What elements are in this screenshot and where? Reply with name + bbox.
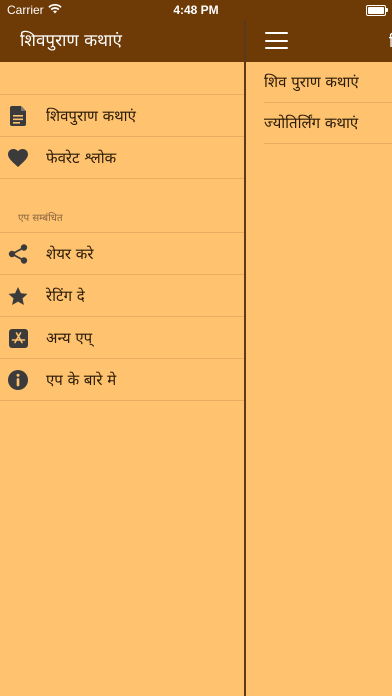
info-icon [7, 369, 29, 391]
drawer-item-kathaen[interactable]: शिवपुराण कथाएं [0, 95, 244, 137]
status-time: 4:48 PM [173, 3, 219, 17]
battery-icon [366, 5, 388, 16]
app-store-icon [7, 327, 29, 349]
drawer-item-rating[interactable]: रेटिंग दे [0, 275, 244, 317]
drawer-title: शिवपुराण कथाएं [0, 20, 244, 62]
drawer-item-label: शेयर करे [46, 245, 94, 263]
drawer-item-label: एप के बारे मे [46, 371, 117, 389]
status-bar: Carrier 4:48 PM [0, 0, 392, 20]
heart-icon [7, 147, 29, 169]
share-icon [7, 243, 29, 265]
drawer-item-about[interactable]: एप के बारे मे [0, 359, 244, 401]
main-list: शिव पुराण कथाएं ज्योतिर्लिंग कथाएं [246, 62, 392, 144]
drawer-spacer [0, 62, 244, 95]
drawer-item-other-apps[interactable]: अन्य एप् [0, 317, 244, 359]
section-header: एप सम्बंधित [0, 190, 244, 233]
drawer-section-menu: शेयर करे रेटिंग दे अन्य एप् एप के बारे म… [0, 233, 244, 401]
main-panel: ि शिव पुराण कथाएं ज्योतिर्लिंग कथाएं [246, 20, 392, 696]
side-drawer: शिवपुराण कथाएं शिवपुराण कथाएं फेवरेट श्ल… [0, 20, 246, 696]
document-icon [7, 105, 29, 127]
main-navbar: ि [246, 20, 392, 62]
drawer-item-share[interactable]: शेयर करे [0, 233, 244, 275]
list-item-jyotirling[interactable]: ज्योतिर्लिंग कथाएं [264, 103, 392, 144]
drawer-item-label: अन्य एप् [46, 329, 93, 347]
drawer-item-favorite[interactable]: फेवरेट श्लोक [0, 137, 244, 179]
star-icon [7, 285, 29, 307]
drawer-item-label: फेवरेट श्लोक [46, 149, 117, 167]
drawer-menu: शिवपुराण कथाएं फेवरेट श्लोक [0, 95, 244, 179]
drawer-item-label: शिवपुराण कथाएं [46, 107, 136, 125]
section-title: एप सम्बंधित [18, 213, 63, 224]
drawer-spacer [0, 179, 244, 190]
drawer-item-label: रेटिंग दे [46, 287, 85, 305]
hamburger-menu-icon[interactable] [265, 32, 288, 49]
list-item-shiv-puran[interactable]: शिव पुराण कथाएं [264, 62, 392, 103]
